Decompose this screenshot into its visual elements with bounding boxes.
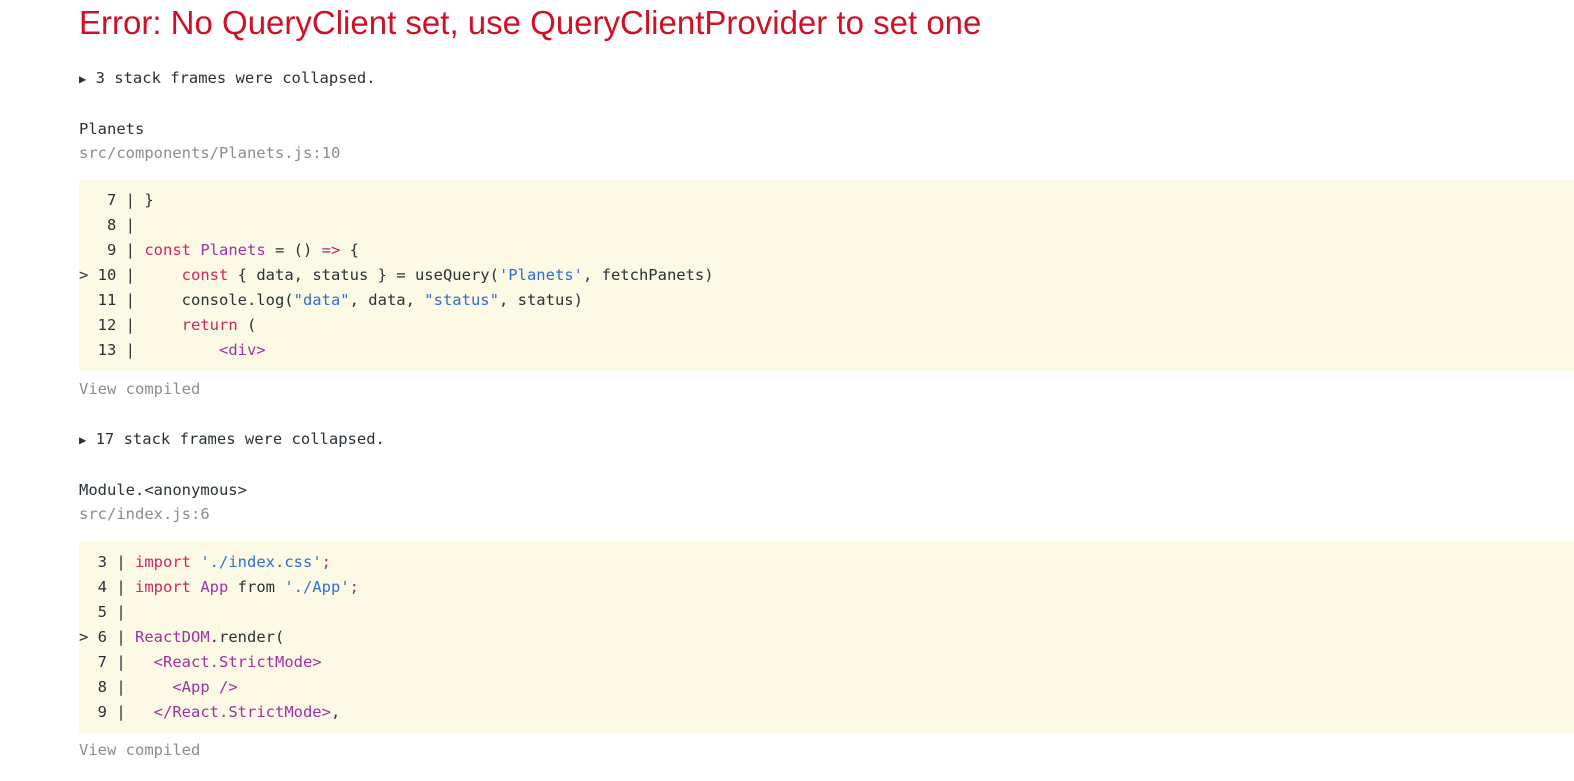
line-number: 8 |	[79, 678, 135, 696]
code-line: 7 | <React.StrictMode>	[79, 650, 1574, 675]
collapsed-frames-label: 3 stack frames were collapsed.	[95, 69, 376, 87]
code-token: ;	[321, 553, 332, 571]
frame-location: src/components/Planets.js:10	[79, 144, 341, 162]
triangle-right-icon: ▶	[79, 72, 87, 86]
code-token: import	[135, 578, 191, 596]
code-token: ;	[349, 578, 360, 596]
view-compiled-link[interactable]: View compiled	[79, 741, 200, 759]
code-token: './App'	[284, 578, 350, 596]
code-token: "status"	[424, 291, 499, 309]
code-line: 9 | </React.StrictMode>,	[79, 700, 1574, 725]
code-line: 8 |	[79, 213, 1574, 238]
triangle-right-icon: ▶	[79, 433, 87, 447]
code-token: , data,	[349, 291, 425, 309]
code-line: 4 | import App from './App';	[79, 575, 1574, 600]
line-number: 7 |	[79, 191, 145, 209]
frame-function-name: Module.<anonymous>	[79, 481, 247, 499]
code-line: 9 | const Planets = () => {	[79, 238, 1574, 263]
code-line: 12 | return (	[79, 313, 1574, 338]
code-token: ReactDOM	[135, 628, 210, 646]
code-token: =>	[321, 241, 341, 259]
code-token: { data, status } = useQuery(	[228, 266, 499, 284]
collapsed-frames-toggle[interactable]: ▶ 3 stack frames were collapsed.	[79, 69, 376, 87]
code-snippet: 7 | } 8 | 9 | const Planets = () => {> 1…	[79, 180, 1574, 371]
code-token: <div>	[218, 341, 266, 359]
code-token: <React.StrictMode>	[153, 653, 322, 671]
code-token: return	[181, 316, 238, 334]
line-number: 13 |	[79, 341, 145, 359]
code-token: "data"	[293, 291, 350, 309]
code-line: 8 | <App />	[79, 675, 1574, 700]
code-line: > 10 | const { data, status } = useQuery…	[79, 263, 1574, 288]
code-line: 13 | <div>	[79, 338, 1574, 363]
line-number: 11 |	[79, 291, 145, 309]
frame-location: src/index.js:6	[79, 505, 210, 523]
line-number: > 6 |	[79, 628, 135, 646]
code-token: {	[340, 241, 360, 259]
code-token: const	[144, 241, 191, 259]
collapsed-frames-label: 17 stack frames were collapsed.	[95, 430, 385, 448]
line-number: 9 |	[79, 241, 145, 259]
line-number: > 10 |	[79, 266, 145, 284]
line-number: 4 |	[79, 578, 135, 596]
code-token: </React.StrictMode>	[153, 703, 331, 721]
code-line: 3 | import './index.css';	[79, 550, 1574, 575]
error-title: Error: No QueryClient set, use QueryClie…	[79, 4, 982, 41]
code-token: , status)	[498, 291, 583, 309]
code-token: './index.css'	[200, 553, 322, 571]
code-token: import	[135, 553, 191, 571]
code-token: , fetchPanets)	[582, 266, 714, 284]
code-token: 'Planets'	[498, 266, 583, 284]
code-snippet: 3 | import './index.css'; 4 | import App…	[79, 542, 1574, 733]
code-token: }	[144, 191, 154, 209]
code-token: Planets	[200, 241, 266, 259]
code-token: App	[200, 578, 229, 596]
code-line: > 6 | ReactDOM.render(	[79, 625, 1574, 650]
code-token: from	[228, 578, 285, 596]
frame-function-name: Planets	[79, 120, 145, 138]
code-line: 11 | console.log("data", data, "status",…	[79, 288, 1574, 313]
line-number: 7 |	[79, 653, 135, 671]
code-token: = ()	[265, 241, 322, 259]
code-token: (	[237, 316, 257, 334]
line-number: 3 |	[79, 553, 135, 571]
line-number: 5 |	[79, 603, 135, 621]
code-token: console.log(	[144, 291, 294, 309]
code-line: 5 |	[79, 600, 1574, 625]
line-number: 9 |	[79, 703, 135, 721]
code-token: <App />	[172, 678, 238, 696]
line-number: 12 |	[79, 316, 145, 334]
code-token: .render(	[209, 628, 285, 646]
collapsed-frames-toggle[interactable]: ▶ 17 stack frames were collapsed.	[79, 430, 385, 448]
code-token: ,	[330, 703, 341, 721]
line-number: 8 |	[79, 216, 145, 234]
code-line: 7 | }	[79, 188, 1574, 213]
view-compiled-link[interactable]: View compiled	[79, 380, 200, 398]
code-token: const	[181, 266, 229, 284]
